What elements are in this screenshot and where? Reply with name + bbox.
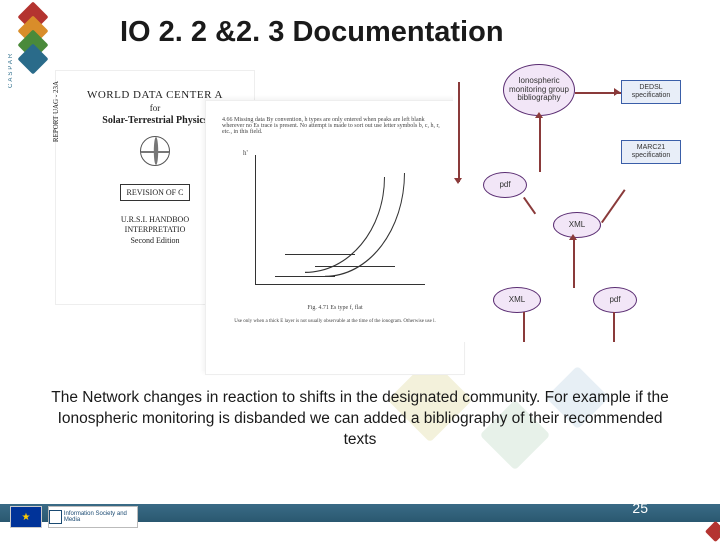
doc-page-plot: h' xyxy=(245,155,425,295)
node-pdf-2: pdf xyxy=(593,287,637,313)
page-number: 25 xyxy=(632,500,648,516)
network-diagram: Ionospheric monitoring group bibliograph… xyxy=(453,62,688,342)
slide-caption: The Network changes in reaction to shift… xyxy=(40,388,680,451)
revision-box: REVISION OF C xyxy=(120,184,191,201)
node-xml-2: XML xyxy=(493,287,541,313)
node-pdf-1: pdf xyxy=(483,172,527,198)
eu-flag-icon: ★ xyxy=(10,506,42,528)
node-bibliography: Ionospheric monitoring group bibliograph… xyxy=(503,64,575,116)
node-dedsl: DEDSL specification xyxy=(621,80,681,104)
ist-logo-text: Information Society and Media xyxy=(64,511,137,523)
slide: CASPAR IO 2. 2 &2. 3 Documentation REPOR… xyxy=(0,0,720,540)
footer: ★ Information Society and Media 25 xyxy=(0,486,720,540)
page-title: IO 2. 2 &2. 3 Documentation xyxy=(120,16,504,49)
plot-caption: Fig. 4.71 Es type f, flat xyxy=(222,305,448,311)
plot-ylabel: h' xyxy=(243,149,248,157)
report-side-label: REPORT UAG - 23A xyxy=(52,81,60,142)
doc-page-image: 4.66 Missing data By convention, h types… xyxy=(205,100,465,375)
plot-note: Use only when a thick E layer is not usu… xyxy=(222,319,448,326)
globe-icon xyxy=(140,136,170,166)
node-xml-1: XML xyxy=(553,212,601,238)
ist-logo: Information Society and Media xyxy=(48,506,138,528)
doc-page-desc: 4.66 Missing data By convention, h types… xyxy=(222,117,448,135)
node-marc21: MARC21 specification xyxy=(621,140,681,164)
content-area: REPORT UAG - 23A WORLD DATA CENTER A for… xyxy=(55,70,685,375)
